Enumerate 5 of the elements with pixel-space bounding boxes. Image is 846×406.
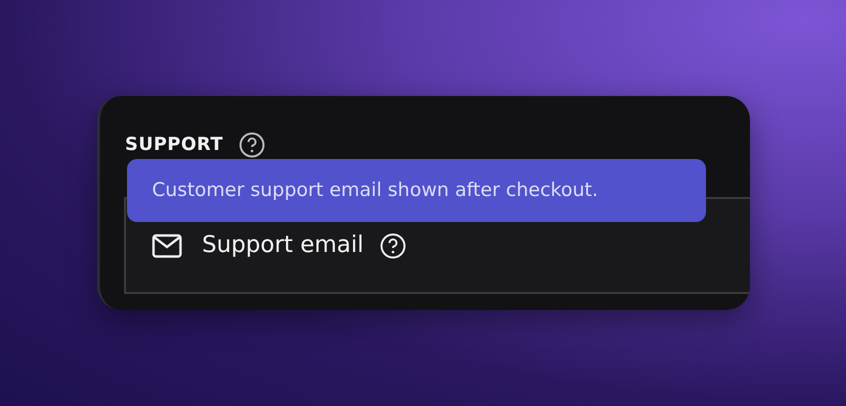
section-heading: SUPPORT xyxy=(125,136,224,154)
mail-icon xyxy=(152,234,182,258)
help-icon[interactable] xyxy=(239,132,266,158)
tooltip: Customer support email shown after checkout. xyxy=(127,159,706,222)
field-label: Support email xyxy=(202,231,364,260)
